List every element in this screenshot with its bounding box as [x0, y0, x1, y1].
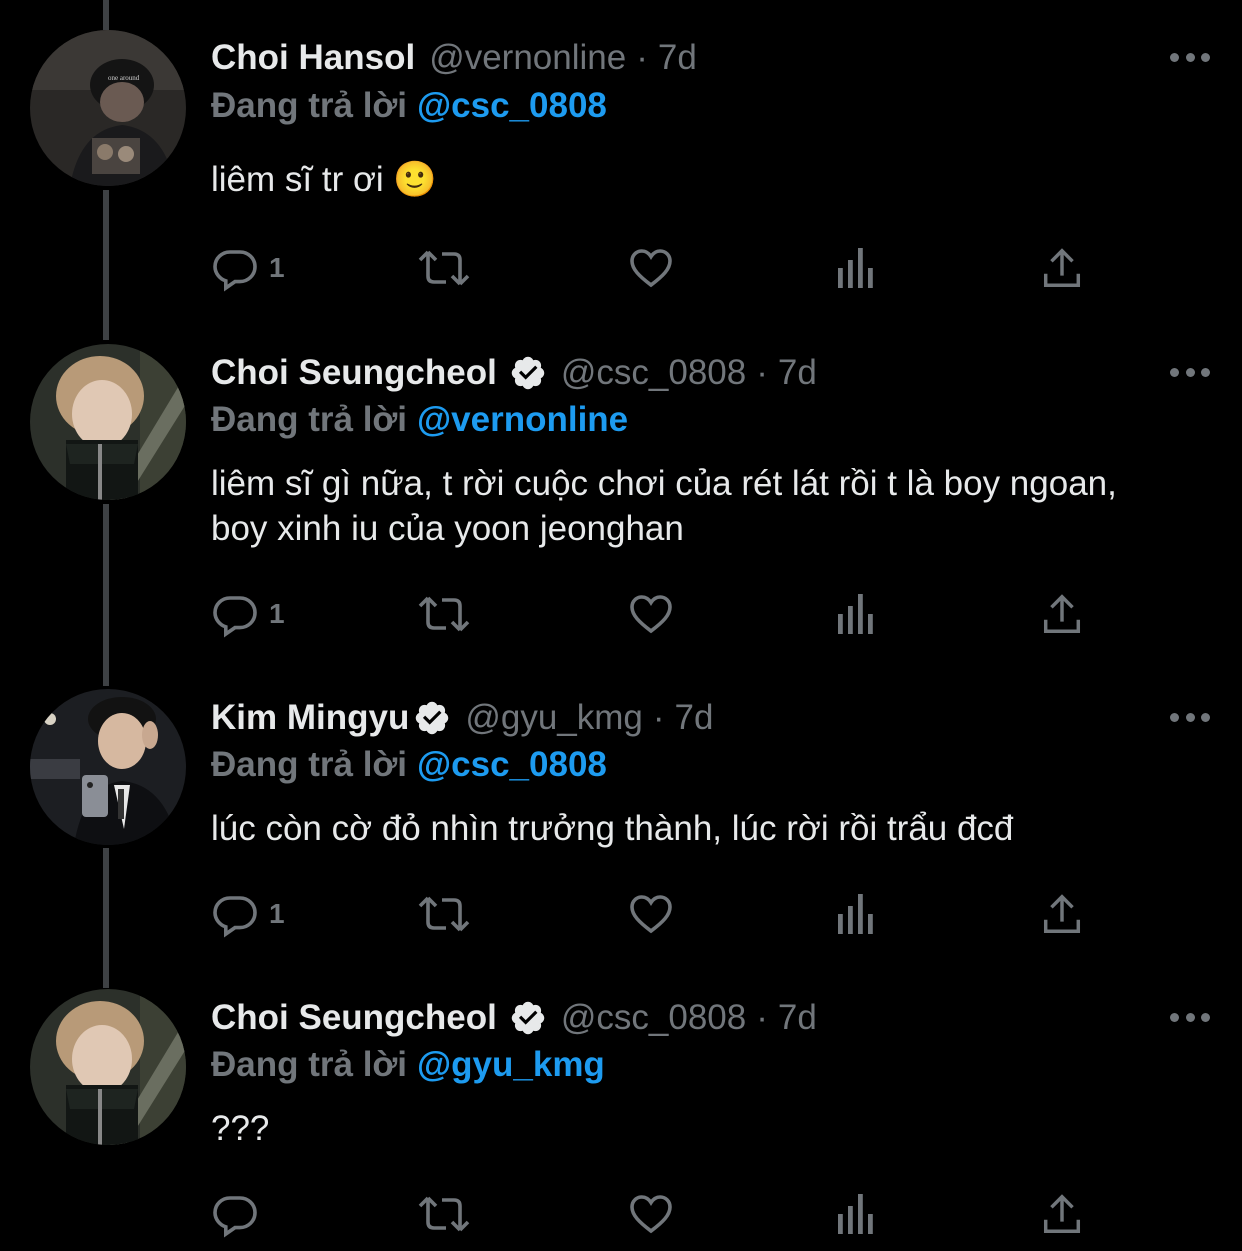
verified-badge-icon: [511, 1001, 545, 1035]
tweet-header: Choi Seungcheol @csc_0808 · 7d: [211, 348, 817, 398]
views-icon: [834, 890, 878, 938]
reply-count: 1: [269, 252, 285, 283]
like-icon: [626, 1190, 676, 1238]
tweet[interactable]: Choi Seungcheol @csc_0808 · 7d Đang trả …: [0, 975, 1242, 1251]
retweet-button[interactable]: [416, 1186, 472, 1242]
views-button[interactable]: [834, 1186, 878, 1242]
timestamp[interactable]: 7d: [658, 38, 697, 78]
reply-button[interactable]: 1: [211, 586, 285, 642]
reply-button[interactable]: [211, 1186, 259, 1242]
timestamp[interactable]: 7d: [675, 698, 714, 738]
replying-to: Đang trả lời @vernonline: [211, 400, 628, 440]
views-button[interactable]: [834, 240, 878, 296]
replying-label: Đang trả lời: [211, 745, 408, 784]
like-icon: [626, 590, 676, 638]
tweet-text: liêm sĩ tr ơi 🙂: [211, 160, 437, 199]
avatar[interactable]: one around: [30, 30, 186, 186]
retweet-button[interactable]: [416, 886, 472, 942]
mention-link[interactable]: @csc_0808: [417, 745, 607, 784]
display-name[interactable]: Choi Hansol: [211, 38, 415, 78]
replying-to: Đang trả lời @csc_0808: [211, 86, 607, 126]
views-icon: [834, 244, 878, 292]
replying-to: Đang trả lời @gyu_kmg: [211, 1045, 605, 1085]
separator: ·: [636, 38, 648, 77]
reply-icon: [211, 890, 259, 938]
user-handle[interactable]: @csc_0808: [561, 998, 746, 1038]
reply-count: 1: [269, 898, 285, 929]
mention-link[interactable]: @gyu_kmg: [417, 1045, 605, 1084]
retweet-icon: [416, 890, 472, 938]
timestamp[interactable]: 7d: [778, 998, 817, 1038]
share-button[interactable]: [1039, 1186, 1085, 1242]
share-icon: [1039, 1190, 1085, 1238]
action-bar: 1: [211, 586, 1111, 642]
like-button[interactable]: [626, 886, 676, 942]
action-bar: 1: [211, 886, 1111, 942]
tweet-header: Choi Seungcheol @csc_0808 · 7d: [211, 993, 817, 1043]
mention-link[interactable]: @csc_0808: [417, 86, 607, 125]
replying-to: Đang trả lời @csc_0808: [211, 745, 607, 785]
share-button[interactable]: [1039, 886, 1085, 942]
more-icon[interactable]: [1170, 1007, 1210, 1027]
tweet-text: lúc còn cờ đỏ nhìn trưởng thành, lúc rời…: [211, 809, 1014, 848]
retweet-button[interactable]: [416, 240, 472, 296]
replying-label: Đang trả lời: [211, 1045, 408, 1084]
views-icon: [834, 1190, 878, 1238]
separator: ·: [756, 353, 768, 392]
more-icon[interactable]: [1170, 707, 1210, 727]
reply-icon: [211, 1190, 259, 1238]
reply-count: 1: [269, 598, 285, 629]
like-button[interactable]: [626, 240, 676, 296]
avatar[interactable]: [30, 689, 186, 845]
action-bar: 1: [211, 240, 1111, 296]
user-handle[interactable]: @csc_0808: [561, 353, 746, 393]
views-icon: [834, 590, 878, 638]
tweet[interactable]: Kim Mingyu @gyu_kmg · 7d Đang trả lời @cs…: [0, 675, 1242, 975]
display-name[interactable]: Choi Seungcheol: [211, 353, 497, 393]
timestamp[interactable]: 7d: [778, 353, 817, 393]
replying-label: Đang trả lời: [211, 86, 408, 125]
share-icon: [1039, 590, 1085, 638]
avatar[interactable]: [30, 989, 186, 1145]
like-button[interactable]: [626, 1186, 676, 1242]
display-name[interactable]: Kim Mingyu: [211, 698, 409, 738]
display-name[interactable]: Choi Seungcheol: [211, 998, 497, 1038]
views-button[interactable]: [834, 586, 878, 642]
reply-button[interactable]: 1: [211, 886, 285, 942]
tweet[interactable]: Choi Seungcheol @csc_0808 · 7d Đang trả …: [0, 330, 1242, 675]
like-icon: [626, 890, 676, 938]
separator: ·: [756, 998, 768, 1037]
user-handle[interactable]: @gyu_kmg: [465, 698, 643, 738]
tweet-text: liêm sĩ gì nữa, t rời cuộc chơi của rét …: [211, 464, 1117, 548]
user-handle[interactable]: @vernonline: [429, 38, 626, 78]
reply-icon: [211, 244, 259, 292]
verified-badge-icon: [416, 701, 449, 735]
retweet-button[interactable]: [416, 586, 472, 642]
reply-button[interactable]: 1: [211, 240, 285, 296]
share-button[interactable]: [1039, 586, 1085, 642]
action-bar: [211, 1186, 1111, 1242]
share-icon: [1039, 890, 1085, 938]
avatar[interactable]: [30, 344, 186, 500]
tweet-header: Kim Mingyu @gyu_kmg · 7d: [211, 693, 713, 743]
more-icon[interactable]: [1170, 362, 1210, 382]
retweet-icon: [416, 590, 472, 638]
mention-link[interactable]: @vernonline: [417, 400, 628, 439]
like-button[interactable]: [626, 586, 676, 642]
views-button[interactable]: [834, 886, 878, 942]
retweet-icon: [416, 1190, 472, 1238]
more-icon[interactable]: [1170, 47, 1210, 67]
retweet-icon: [416, 244, 472, 292]
separator: ·: [652, 698, 665, 737]
replying-label: Đang trả lời: [211, 400, 408, 439]
verified-badge-icon: [511, 356, 545, 390]
tweet-header: Choi Hansol @vernonline · 7d: [211, 33, 697, 83]
tweet[interactable]: one around Choi Hansol @vernonline · 7d …: [0, 0, 1242, 330]
like-icon: [626, 244, 676, 292]
share-button[interactable]: [1039, 240, 1085, 296]
svg-text:one around: one around: [108, 74, 140, 82]
share-icon: [1039, 244, 1085, 292]
reply-icon: [211, 590, 259, 638]
tweet-text: ???: [211, 1109, 270, 1148]
